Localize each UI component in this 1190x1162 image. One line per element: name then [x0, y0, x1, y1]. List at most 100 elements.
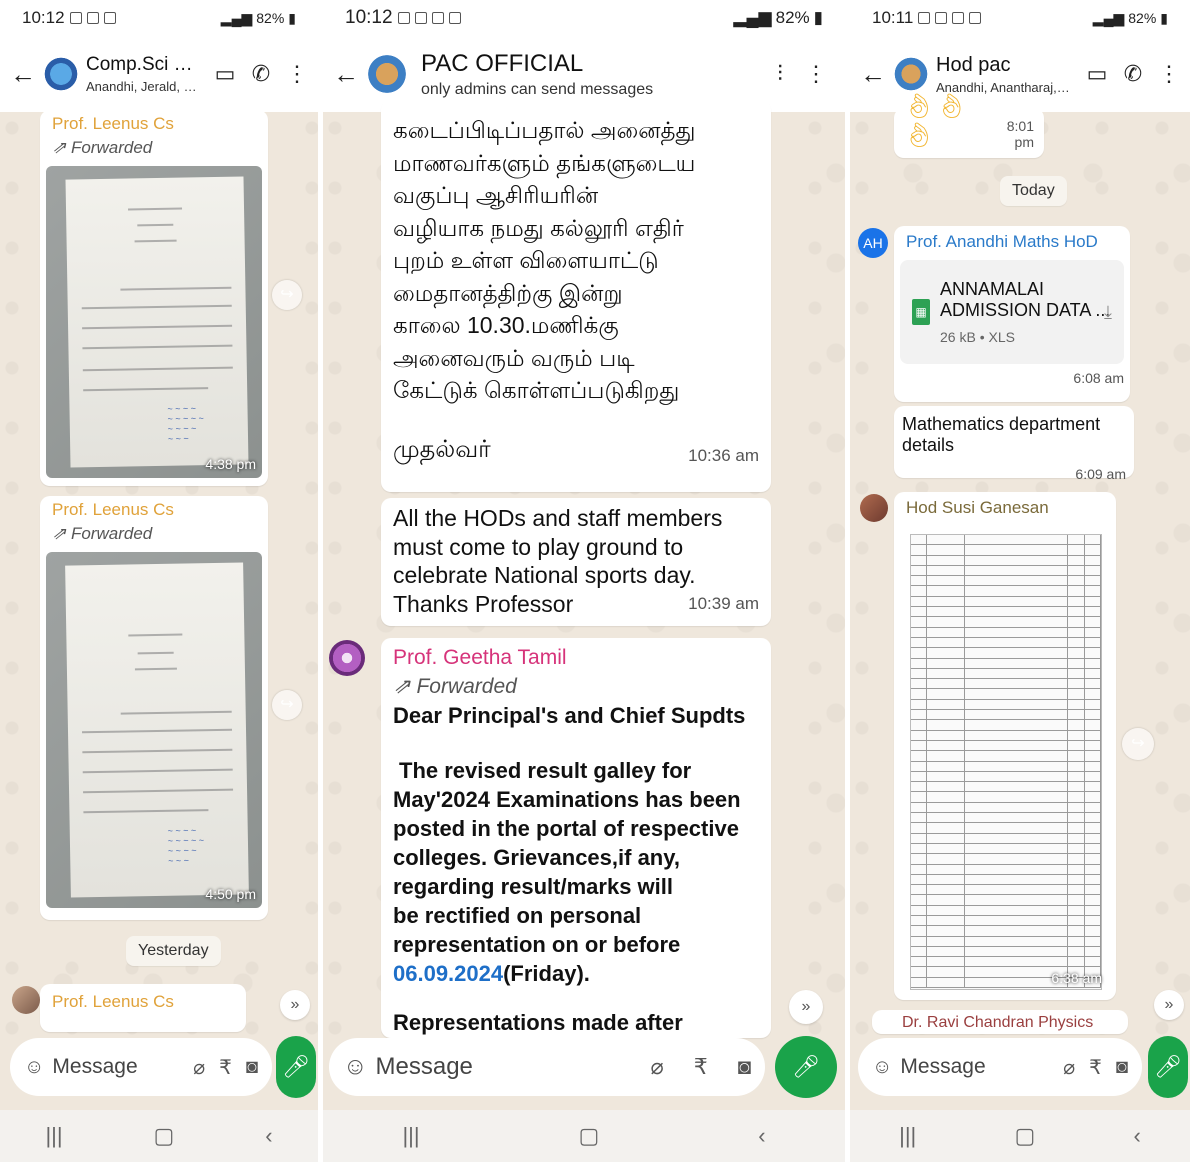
scroll-down-icon[interactable]: »	[280, 990, 310, 1020]
camera-icon[interactable]: ◙	[738, 1054, 751, 1080]
emoji-icon[interactable]: ☺	[24, 1056, 44, 1079]
payment-icon[interactable]: ₹	[694, 1054, 708, 1080]
forward-share-icon[interactable]: ↪	[272, 280, 302, 310]
forward-share-icon[interactable]: ↪	[1122, 728, 1154, 760]
group-avatar[interactable]	[365, 52, 409, 96]
table-photo-cell	[1068, 802, 1085, 813]
video-call-icon[interactable]: ▭	[214, 61, 236, 87]
scroll-down-icon[interactable]: »	[1154, 990, 1184, 1020]
table-photo-cell	[1068, 946, 1085, 957]
nav-back-icon[interactable]: ‹	[758, 1123, 765, 1149]
message-time: 4:38 pm	[205, 456, 256, 472]
notification-icon	[448, 12, 461, 24]
date-divider: Yesterday	[126, 936, 221, 966]
table-photo-cell	[1068, 668, 1085, 679]
table-photo-cell	[1085, 813, 1101, 823]
table-photo-cell	[965, 699, 1069, 710]
group-avatar[interactable]	[892, 55, 930, 93]
attach-icon[interactable]: ⌀	[1063, 1055, 1075, 1080]
message-input[interactable]: Message	[900, 1055, 1049, 1079]
message-bubble[interactable]: கடைப்பிடிப்பதால் அனைத்து மாணவர்களும் தங்…	[381, 100, 771, 492]
sender-avatar[interactable]	[12, 986, 40, 1014]
download-icon[interactable]: ⤓	[1104, 302, 1112, 323]
more-options-icon[interactable]: ⋮	[805, 61, 827, 87]
more-options-icon[interactable]: ⋮	[286, 61, 308, 87]
video-call-icon[interactable]: ▭	[1086, 61, 1108, 87]
group-title-block[interactable]: PAC OFFICIAL only admins can send messag…	[421, 50, 755, 99]
voice-call-icon[interactable]: ✆	[250, 61, 272, 87]
back-arrow-icon[interactable]: ←	[10, 59, 36, 90]
forward-share-icon[interactable]: ↪	[272, 690, 302, 720]
camera-icon[interactable]: ◙	[246, 1056, 258, 1079]
forwarded-label: ⇗ Forwarded	[393, 675, 517, 698]
table-photo-cell	[1068, 596, 1085, 607]
signal-icon: ▂▄▆	[1092, 9, 1125, 26]
emoji-message-bubble[interactable]: 👌︎👌︎👌︎ 8:01 pm	[894, 93, 1044, 158]
table-photo-row	[911, 699, 1101, 711]
emoji-icon[interactable]: ☺	[343, 1053, 368, 1081]
recent-apps-icon[interactable]: |||	[899, 1123, 916, 1149]
message-input[interactable]: Message	[376, 1053, 627, 1081]
image-message-bubble[interactable]: Prof. Leenus Cs ⇗ Forwarded ~ ~ ~ ~ ~ ~ ~…	[40, 110, 268, 486]
sender-avatar[interactable]	[860, 494, 888, 522]
recent-apps-icon[interactable]: |||	[45, 1123, 62, 1149]
mic-button[interactable]: 🎤︎	[276, 1036, 316, 1098]
camera-icon[interactable]: ◙	[1116, 1056, 1128, 1079]
image-message-bubble[interactable]: Hod Susi Ganesan 6:38 am	[894, 492, 1116, 1000]
table-photo-cell	[1085, 679, 1101, 689]
nav-back-icon[interactable]: ‹	[1134, 1123, 1141, 1149]
message-bubble[interactable]: All the HODs and staff members must come…	[381, 498, 771, 626]
table-photo[interactable]	[910, 534, 1102, 990]
signal-icon: ▂▄▆	[220, 9, 253, 26]
table-photo-cell	[1068, 885, 1085, 895]
group-title-block[interactable]: Comp.Sci Dept, PAC Anandhi, Jerald, Joth…	[86, 54, 200, 94]
mic-button[interactable]: 🎤︎	[1148, 1036, 1188, 1098]
message-bubble[interactable]: Dr. Ravi Chandran Physics	[872, 1010, 1128, 1034]
message-bubble[interactable]: Prof. Geetha Tamil ⇗ Forwarded Dear Prin…	[381, 638, 771, 1038]
sender-avatar[interactable]	[329, 640, 365, 676]
document-photo[interactable]: ~ ~ ~ ~ ~ ~ ~ ~ ~ ~ ~ ~ ~ ~ ~ ~ 4:38 pm	[46, 166, 262, 478]
home-icon[interactable]: ▢	[579, 1123, 600, 1149]
more-options-icon[interactable]: ⋮	[1158, 61, 1180, 87]
back-arrow-icon[interactable]: ←	[860, 59, 886, 90]
table-photo-cell	[927, 586, 966, 596]
attach-icon[interactable]: ⌀	[650, 1054, 663, 1080]
table-photo-cell	[1068, 699, 1085, 710]
emoji-icon[interactable]: ☺	[872, 1056, 892, 1079]
message-bubble[interactable]: Prof. Leenus Cs	[40, 984, 246, 1032]
table-photo-cell	[965, 926, 1069, 936]
table-photo-cell	[927, 926, 966, 936]
nav-back-icon[interactable]: ‹	[265, 1123, 272, 1149]
image-message-bubble[interactable]: Prof. Leenus Cs ⇗ Forwarded ~ ~ ~ ~ ~ ~ ~…	[40, 496, 268, 920]
table-photo-cell	[1068, 730, 1085, 740]
message-bubble[interactable]: Mathematics department details 6:09 am	[894, 406, 1134, 482]
table-photo-row	[911, 627, 1101, 638]
message-input-bar[interactable]: ☺ Message ⌀ ₹ ◙	[329, 1038, 765, 1096]
group-avatar[interactable]	[42, 55, 80, 93]
voice-call-icon[interactable]: ✆	[1122, 61, 1144, 87]
scroll-down-icon[interactable]: »	[789, 990, 823, 1024]
payment-icon[interactable]: ₹	[1089, 1055, 1102, 1080]
table-photo-row	[911, 596, 1101, 608]
table-photo-row	[911, 823, 1101, 834]
mic-button[interactable]: 🎤︎	[775, 1036, 837, 1098]
sender-avatar[interactable]: AH	[858, 228, 888, 258]
attach-icon[interactable]: ⌀	[193, 1055, 205, 1080]
home-icon[interactable]: ▢	[154, 1123, 175, 1149]
file-attachment[interactable]: ▦ ANNAMALAI ADMISSION DATA ... 26 kB • X…	[900, 260, 1124, 364]
message-input-bar[interactable]: ☺ Message ⌀ ₹ ◙	[10, 1038, 272, 1096]
back-arrow-icon[interactable]: ←	[333, 59, 359, 90]
recent-apps-icon[interactable]: |||	[402, 1123, 419, 1149]
home-icon[interactable]: ▢	[1015, 1123, 1036, 1149]
document-photo[interactable]: ~ ~ ~ ~ ~ ~ ~ ~ ~ ~ ~ ~ ~ ~ ~ ~ 4:50 pm	[46, 552, 262, 908]
table-photo-cell	[965, 730, 1069, 740]
table-photo-cell	[1085, 915, 1101, 926]
date-link[interactable]: 06.09.2024	[393, 961, 503, 986]
message-input-bar[interactable]: ☺ Message ⌀ ₹ ◙	[858, 1038, 1142, 1096]
file-message-bubble[interactable]: Prof. Anandhi Maths HoD ▦ ANNAMALAI ADMI…	[894, 226, 1130, 402]
voice-chat-icon[interactable]: ⫶	[769, 61, 791, 87]
message-input[interactable]: Message	[52, 1055, 179, 1079]
payment-icon[interactable]: ₹	[219, 1055, 232, 1080]
date-divider: Today	[1000, 176, 1067, 206]
group-title-block[interactable]: Hod pac Anandhi, Anantharaj, Aruldas...	[936, 54, 1072, 95]
